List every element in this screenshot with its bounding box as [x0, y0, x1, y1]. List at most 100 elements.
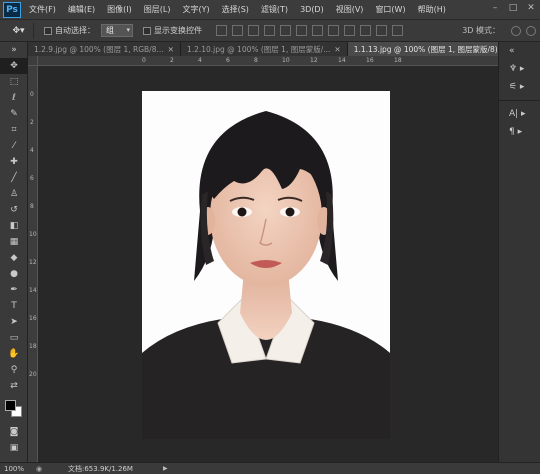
foreground-color-swatch[interactable]: [5, 400, 16, 411]
align-top-icon[interactable]: [216, 25, 227, 36]
document-image[interactable]: [142, 91, 390, 439]
align-left-icon[interactable]: [264, 25, 275, 36]
status-info-icon[interactable]: ◉: [36, 465, 46, 473]
close-button[interactable]: ✕: [526, 3, 536, 13]
paragraph-panel-icon[interactable]: ¶ ▸: [499, 123, 540, 141]
history-brush-tool-icon[interactable]: ↺: [0, 202, 28, 218]
show-transform-checkbox[interactable]: [143, 26, 151, 35]
ruler-tick: 16: [29, 315, 37, 322]
menu-filter[interactable]: 滤镜(T): [261, 4, 288, 15]
ruler-tick: 14: [29, 287, 37, 294]
ruler-tick: 12: [310, 57, 318, 64]
align-right-icon[interactable]: [296, 25, 307, 36]
distribute-hcenter-icon[interactable]: [376, 25, 387, 36]
menu-edit[interactable]: 编辑(E): [68, 4, 95, 15]
lasso-tool-icon[interactable]: ℓ: [0, 90, 28, 106]
ruler-tick: 2: [170, 57, 174, 64]
ruler-tick: 18: [29, 343, 37, 350]
quick-select-tool-icon[interactable]: ✎: [0, 106, 28, 122]
align-bottom-icon[interactable]: [248, 25, 259, 36]
menu-image[interactable]: 图像(I): [107, 4, 132, 15]
3d-roll-icon[interactable]: [526, 25, 536, 36]
window-controls: – □ ✕: [490, 3, 536, 13]
healing-brush-tool-icon[interactable]: ✚: [0, 154, 28, 170]
close-icon[interactable]: ✕: [168, 45, 174, 54]
menu-select[interactable]: 选择(S): [222, 4, 249, 15]
ruler-tick: 16: [366, 57, 374, 64]
tab-label: 1.1.13.jpg @ 100% (图层 1, 图层蒙版/8) *: [353, 44, 498, 54]
shape-tool-icon[interactable]: ▭: [0, 330, 28, 346]
gradient-tool-icon[interactable]: ▦: [0, 234, 28, 250]
close-icon[interactable]: ✕: [334, 45, 340, 54]
menu-file[interactable]: 文件(F): [29, 4, 56, 15]
align-hcenter-icon[interactable]: [280, 25, 291, 36]
menu-help[interactable]: 帮助(H): [418, 4, 446, 15]
vertical-ruler[interactable]: 0 2 4 6 8 10 12 14 16 18 20: [28, 66, 38, 462]
menu-3d[interactable]: 3D(D): [300, 5, 324, 14]
ruler-tick: 8: [30, 203, 34, 210]
mode-3d-label: 3D 模式：: [462, 26, 500, 35]
minimize-button[interactable]: –: [490, 3, 500, 13]
horizontal-ruler[interactable]: 0 2 4 6 8 10 12 14 16 18: [38, 56, 498, 66]
color-swatches: [0, 396, 28, 424]
auto-align-icon[interactable]: [392, 25, 403, 36]
hand-tool-icon[interactable]: ✋: [0, 346, 28, 362]
tab-document-3[interactable]: 1.1.13.jpg @ 100% (图层 1, 图层蒙版/8) * ✕: [347, 42, 498, 56]
brush-tool-icon[interactable]: ╱: [0, 170, 28, 186]
distribute-vcenter-icon[interactable]: [328, 25, 339, 36]
ruler-corner[interactable]: [28, 56, 38, 66]
3d-rotate-icon[interactable]: [511, 25, 521, 36]
swap-colors-icon[interactable]: ⇄: [0, 378, 28, 394]
eyedropper-tool-icon[interactable]: ⁄: [0, 138, 28, 154]
menu-layer[interactable]: 图层(L): [144, 4, 171, 15]
move-tool-icon[interactable]: ✥: [0, 58, 28, 74]
distribute-top-icon[interactable]: [312, 25, 323, 36]
menu-type[interactable]: 文字(Y): [182, 4, 209, 15]
zoom-level[interactable]: 100%: [0, 465, 30, 473]
menu-view[interactable]: 视图(V): [336, 4, 364, 15]
tool-presets-icon[interactable]: ♆ ▸: [499, 60, 540, 78]
eraser-tool-icon[interactable]: ◧: [0, 218, 28, 234]
right-panel-dock: « ♆ ▸ ⚟ ▸ A| ▸ ¶ ▸: [498, 42, 540, 462]
ruler-tick: 0: [30, 91, 34, 98]
type-tool-icon[interactable]: T: [0, 298, 28, 314]
canvas-area[interactable]: [38, 66, 498, 462]
distribute-left-icon[interactable]: [360, 25, 371, 36]
panel-expand-icon[interactable]: «: [499, 42, 540, 60]
align-vcenter-icon[interactable]: [232, 25, 243, 36]
document-size-info: 文档:653.9K/1.26M: [68, 464, 133, 473]
crop-tool-icon[interactable]: ⌗: [0, 122, 28, 138]
screen-mode-icon[interactable]: ▣: [0, 440, 28, 456]
character-panel-icon[interactable]: A| ▸: [499, 105, 540, 123]
status-bar: 100% ◉ 文档:653.9K/1.26M ▶: [0, 462, 540, 474]
zoom-tool-icon[interactable]: ⚲: [0, 362, 28, 378]
document-tabs: 1.2.9.jpg @ 100% (图层 1, RGB/8... ✕ 1.2.1…: [28, 42, 498, 56]
path-selection-tool-icon[interactable]: ➤: [0, 314, 28, 330]
dodge-tool-icon[interactable]: ●: [0, 266, 28, 282]
distribute-bottom-icon[interactable]: [344, 25, 355, 36]
marquee-tool-icon[interactable]: ⬚: [0, 74, 28, 90]
quick-mask-icon[interactable]: ◙: [0, 424, 28, 440]
ruler-tick: 0: [142, 57, 146, 64]
move-tool-preset-icon[interactable]: ✥▾: [4, 22, 34, 39]
maximize-button[interactable]: □: [508, 3, 518, 13]
auto-select-dropdown[interactable]: 组 ▾: [101, 24, 133, 37]
status-menu-arrow-icon[interactable]: ▶: [163, 465, 168, 472]
ruler-tick: 10: [282, 57, 290, 64]
show-transform-label: 显示变换控件: [154, 26, 202, 35]
ruler-tick: 12: [29, 259, 37, 266]
tab-document-2[interactable]: 1.2.10.jpg @ 100% (图层 1, 图层蒙版/... ✕: [180, 42, 348, 56]
auto-select-label: 自动选择：: [55, 26, 95, 35]
ruler-tick: 8: [254, 57, 258, 64]
auto-select-checkbox[interactable]: [44, 26, 52, 35]
ruler-tick: 10: [29, 231, 37, 238]
pen-tool-icon[interactable]: ✒: [0, 282, 28, 298]
menu-window[interactable]: 窗口(W): [375, 4, 405, 15]
align-buttons: [216, 25, 403, 36]
tab-document-1[interactable]: 1.2.9.jpg @ 100% (图层 1, RGB/8... ✕: [28, 42, 181, 56]
brush-presets-icon[interactable]: ⚟ ▸: [499, 78, 540, 96]
blur-tool-icon[interactable]: ◆: [0, 250, 28, 266]
clone-stamp-tool-icon[interactable]: ♙: [0, 186, 28, 202]
ruler-tick: 4: [30, 147, 34, 154]
panel-collapse-icon[interactable]: »: [0, 42, 28, 58]
